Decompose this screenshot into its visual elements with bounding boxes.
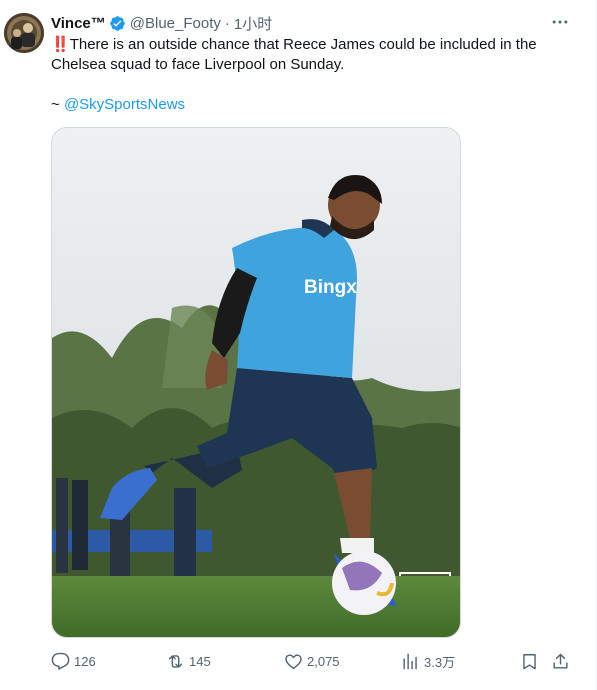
- source-link[interactable]: @SkySportsNews: [64, 96, 185, 113]
- source-prefix: ~: [51, 96, 64, 113]
- tweet-text: ‼️There is an outside chance that Reece …: [51, 35, 571, 115]
- verified-badge-icon: [109, 15, 126, 32]
- tweet-time[interactable]: 1小时: [234, 13, 272, 34]
- retweet-icon: [168, 654, 183, 668]
- tweet-line-1: ‼️There is an outside chance that Reece …: [51, 35, 571, 55]
- like-button[interactable]: 2,075: [284, 651, 340, 671]
- views-icon: [403, 653, 417, 669]
- tweet-line-2: Chelsea squad to face Liverpool on Sunda…: [51, 56, 345, 73]
- shirt-sponsor-text: Bingx: [304, 277, 357, 298]
- bookmark-icon: [523, 653, 536, 669]
- reply-count: 126: [74, 653, 96, 669]
- views-button[interactable]: 3.3万: [401, 651, 455, 671]
- views-count: 3.3万: [424, 654, 456, 670]
- reply-icon: [51, 652, 70, 670]
- author-name[interactable]: Vince™: [51, 15, 106, 32]
- bookmark-button[interactable]: [520, 651, 543, 671]
- like-icon: [285, 653, 302, 669]
- retweet-count: 145: [189, 653, 211, 669]
- share-icon: [553, 653, 568, 669]
- separator-dot: ·: [224, 14, 230, 32]
- tweet-header: Vince™ @Blue_Footy · 1小时: [51, 13, 272, 33]
- author-handle[interactable]: @Blue_Footy: [130, 15, 221, 32]
- like-count: 2,075: [307, 653, 340, 669]
- tweet[interactable]: Vince™ @Blue_Footy · 1小时 ‼️There is an o…: [0, 0, 597, 690]
- more-icon[interactable]: [549, 11, 571, 33]
- avatar[interactable]: [4, 13, 44, 53]
- double-exclamation-emoji: ‼️: [51, 36, 70, 53]
- action-bar: 126 145 2,075 3.3万: [51, 651, 571, 671]
- share-button[interactable]: [551, 651, 574, 671]
- retweet-button[interactable]: 145: [166, 651, 211, 671]
- reply-button[interactable]: 126: [51, 651, 96, 671]
- tweet-text-line1: There is an outside chance that Reece Ja…: [69, 36, 537, 53]
- tweet-source: ~ @SkySportsNews: [51, 95, 571, 115]
- tweet-photo[interactable]: Bingx: [51, 127, 461, 638]
